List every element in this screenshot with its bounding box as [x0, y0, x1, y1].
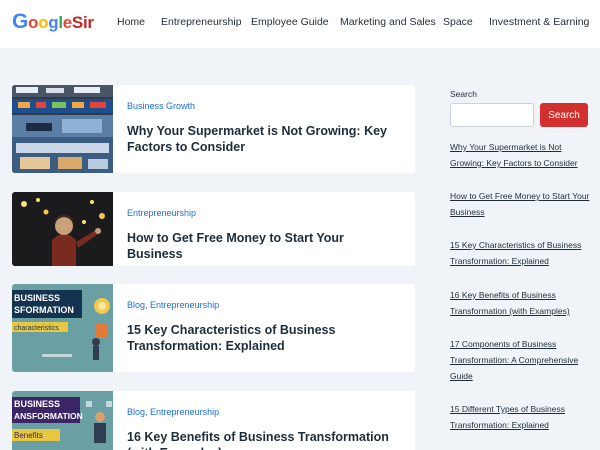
businessman-image: [12, 192, 113, 266]
recent-post-link[interactable]: 16 Key Benefits of Business Transformati…: [450, 287, 595, 319]
thumb-text-line2: ANSFORMATION: [14, 411, 83, 421]
search-input[interactable]: [450, 103, 534, 127]
post-body: Blog, Entrepreneurship 15 Key Characteri…: [127, 300, 401, 354]
thumb-text-line3: Benefits: [14, 431, 43, 440]
post-thumbnail[interactable]: [12, 192, 113, 266]
main-nav: Home Entrepreneurship Employee Guide Mar…: [0, 16, 600, 32]
post-thumbnail[interactable]: [12, 85, 113, 173]
nav-space[interactable]: Space: [443, 16, 473, 28]
post-title[interactable]: How to Get Free Money to Start Your Busi…: [127, 230, 401, 262]
thumb-text-line2: SFORMATION: [14, 305, 74, 315]
post-body: Business Growth Why Your Supermarket is …: [127, 101, 401, 155]
category-link[interactable]: Business Growth: [127, 101, 195, 111]
post-categories: Blog, Entrepreneurship: [127, 300, 220, 310]
post-categories: Blog, Entrepreneurship: [127, 407, 220, 417]
recent-post-link[interactable]: How to Get Free Money to Start Your Busi…: [450, 188, 595, 220]
post-card: Entrepreneurship How to Get Free Money t…: [12, 192, 415, 266]
nav-entrepreneurship[interactable]: Entrepreneurship: [161, 16, 242, 28]
recent-post-link[interactable]: 17 Components of Business Transformation…: [450, 336, 595, 384]
category-link[interactable]: Entrepreneurship: [127, 208, 196, 218]
post-body: Entrepreneurship How to Get Free Money t…: [127, 208, 401, 262]
search-button[interactable]: Search: [540, 103, 588, 127]
thumb-text-line3: characteristics: [14, 325, 59, 332]
thumb-text-line1: BUSINESS: [14, 399, 60, 409]
post-thumbnail[interactable]: BUSINESS SFORMATION characteristics: [12, 284, 113, 372]
post-title[interactable]: 15 Key Characteristics of Business Trans…: [127, 322, 401, 354]
category-link[interactable]: Blog: [127, 300, 145, 310]
post-card: BUSINESS ANSFORMATION Benefits Blog, Ent…: [12, 391, 415, 450]
business-benefits-image: BUSINESS ANSFORMATION Benefits: [12, 391, 113, 450]
nav-investment-earning[interactable]: Investment & Earning: [489, 16, 589, 28]
supermarket-image: [12, 85, 113, 173]
post-card: BUSINESS SFORMATION characteristics Blog…: [12, 284, 415, 372]
category-link[interactable]: Entrepreneurship: [150, 407, 219, 417]
thumb-text-line1: BUSINESS: [14, 293, 60, 303]
site-header: GoogleSir Home Entrepreneurship Employee…: [0, 0, 600, 48]
post-title[interactable]: Why Your Supermarket is Not Growing: Key…: [127, 123, 401, 155]
post-categories: Entrepreneurship: [127, 208, 401, 218]
post-body: Blog, Entrepreneurship 16 Key Benefits o…: [127, 407, 401, 450]
recent-post-link[interactable]: 15 Key Characteristics of Business Trans…: [450, 237, 595, 269]
recent-post-link[interactable]: 15 Different Types of Business Transform…: [450, 401, 595, 433]
nav-employee-guide[interactable]: Employee Guide: [251, 16, 329, 28]
recent-post-link[interactable]: Why Your Supermarket is Not Growing: Key…: [450, 139, 595, 171]
nav-home[interactable]: Home: [117, 16, 145, 28]
post-card: Business Growth Why Your Supermarket is …: [12, 85, 415, 173]
post-title[interactable]: 16 Key Benefits of Business Transformati…: [127, 429, 401, 450]
post-categories: Business Growth: [127, 101, 401, 111]
search-label: Search: [450, 89, 477, 99]
category-link[interactable]: Blog: [127, 407, 145, 417]
business-transformation-image: BUSINESS SFORMATION characteristics: [12, 284, 113, 372]
nav-marketing-and-sales[interactable]: Marketing and Sales: [340, 16, 436, 28]
category-link[interactable]: Entrepreneurship: [150, 300, 219, 310]
post-thumbnail[interactable]: BUSINESS ANSFORMATION Benefits: [12, 391, 113, 450]
